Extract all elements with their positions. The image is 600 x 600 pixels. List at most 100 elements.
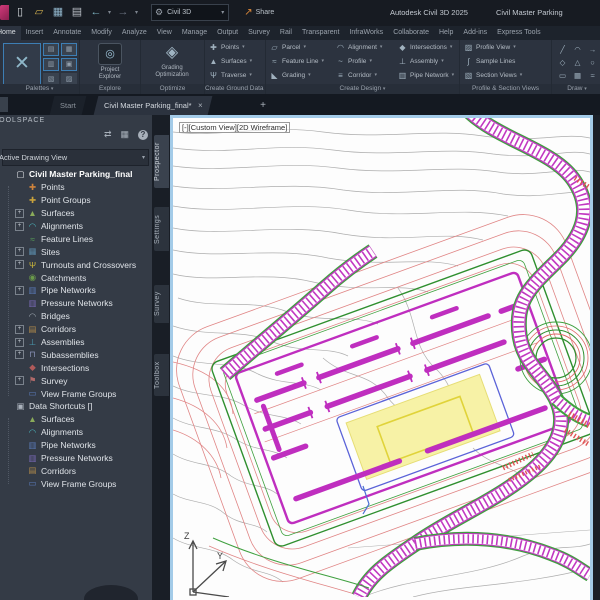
tree-item-surfaces[interactable]: +▲Surfaces	[0, 207, 152, 220]
palettes-panel-label[interactable]: Palettes ▾	[0, 84, 79, 94]
tree-item-bridges[interactable]: ◠Bridges	[0, 310, 152, 323]
panorama-icon[interactable]: ▣	[61, 58, 77, 71]
ribbon-tab-manage[interactable]: Manage	[177, 26, 212, 40]
tree-item-sites[interactable]: +▦Sites	[0, 245, 152, 258]
section-views-menu[interactable]: ▧Section Views▾	[460, 68, 551, 82]
alignment-menu[interactable]: ◠Alignment▾	[332, 40, 394, 54]
new-file-icon[interactable]: ▯	[13, 4, 27, 21]
draw-hatch-icon[interactable]: ▦	[570, 69, 585, 82]
tab-prospector[interactable]: Prospector	[154, 135, 169, 188]
tree-item-pipe-networks[interactable]: +▥Pipe Networks	[0, 284, 152, 297]
draw-point-icon[interactable]: ◇	[555, 56, 570, 69]
tree-item-view-frame-groups[interactable]: ▭View Frame Groups	[0, 477, 152, 490]
save-icon[interactable]: ▦	[51, 4, 65, 21]
ribbon-tab-transparent[interactable]: Transparent	[297, 26, 344, 40]
ribbon-tab-insert[interactable]: Insert	[21, 26, 49, 40]
tree-item-alignments[interactable]: ◠Alignments	[0, 426, 152, 439]
ribbon-tab-modify[interactable]: Modify	[86, 26, 117, 40]
tree-item-view-frame-groups[interactable]: ▭View Frame Groups	[0, 387, 152, 400]
viewport-controls[interactable]: [-][Custom View][2D Wireframe]	[179, 122, 290, 133]
ribbon-tab-rail[interactable]: Rail	[275, 26, 297, 40]
view-selector-dropdown[interactable]: Active Drawing View ▾	[2, 149, 149, 166]
ribbon-tab-add-ins[interactable]: Add-ins	[458, 26, 492, 40]
tree-item-intersections[interactable]: ◆Intersections	[0, 361, 152, 374]
help-icon[interactable]: ?	[138, 130, 148, 140]
draw-arc-icon[interactable]: ◠	[570, 43, 585, 56]
viewport-view-control[interactable]: [Custom View]	[189, 123, 237, 132]
tab-survey[interactable]: Survey	[154, 285, 169, 323]
ribbon-tab-infraworks[interactable]: InfraWorks	[344, 26, 388, 40]
data-shortcut-icon[interactable]: ⇄	[104, 129, 112, 140]
tool-palettes-icon[interactable]: ▦	[61, 43, 77, 56]
properties-palette-icon[interactable]: ▤	[43, 43, 59, 56]
close-tab-icon[interactable]: ×	[198, 96, 203, 115]
file-tab-start[interactable]: Start	[50, 96, 87, 115]
draw-circle-icon[interactable]: ○	[585, 56, 600, 69]
tree-item-survey[interactable]: +⚑Survey	[0, 374, 152, 387]
create-design-panel-label[interactable]: Create Design ▾	[266, 84, 459, 94]
create-ground-data-panel-label[interactable]: Create Ground Data ▾	[205, 84, 265, 94]
tree-item-catchments[interactable]: ◉Catchments	[0, 271, 152, 284]
viewport-visual-style-control[interactable]: [2D Wireframe]	[237, 123, 287, 132]
tree-item-corridors[interactable]: +▤Corridors	[0, 323, 152, 336]
expand-icon[interactable]: +	[15, 376, 24, 385]
expand-icon[interactable]: +	[15, 338, 24, 347]
ribbon-tab-collaborate[interactable]: Collaborate	[388, 26, 434, 40]
project-explorer-button[interactable]: ◎ Project Explorer	[90, 43, 130, 81]
ribbon-tab-output[interactable]: Output	[212, 26, 243, 40]
undo-icon[interactable]: ←	[89, 4, 103, 21]
draw-polyline-icon[interactable]: →	[585, 43, 600, 56]
tree-item-corridors[interactable]: ▤Corridors	[0, 464, 152, 477]
tree-item-surfaces[interactable]: ▲Surfaces	[0, 413, 152, 426]
pipe-network-menu[interactable]: ▥Pipe Network▾	[394, 68, 459, 82]
tree-item-assemblies[interactable]: +⊥Assemblies	[0, 336, 152, 349]
app-logo-icon[interactable]	[0, 5, 9, 20]
parcel-menu[interactable]: ▱Parcel▾	[266, 40, 332, 54]
plot-icon[interactable]: ▤	[70, 4, 84, 21]
viewport-minimize-control[interactable]: [-]	[182, 123, 189, 132]
tab-settings[interactable]: Settings	[154, 207, 169, 251]
ribbon-tab-survey[interactable]: Survey	[243, 26, 275, 40]
ribbon-tab-annotate[interactable]: Annotate	[48, 26, 86, 40]
feature-line-menu[interactable]: ≈Feature Line▾	[266, 54, 332, 68]
ribbon-tab-view[interactable]: View	[152, 26, 177, 40]
corridor-menu[interactable]: ≡Corridor▾	[332, 68, 394, 82]
surfaces-menu[interactable]: ▲Surfaces▾	[205, 54, 265, 68]
new-tab-button[interactable]: +	[256, 99, 270, 112]
tree-item-pressure-networks[interactable]: ▥Pressure Networks	[0, 297, 152, 310]
tree-item-alignments[interactable]: +◠Alignments	[0, 220, 152, 233]
grading-menu[interactable]: ◣Grading▾	[266, 68, 332, 82]
expand-icon[interactable]: +	[15, 247, 24, 256]
tree-item-point-groups[interactable]: ✚Point Groups	[0, 194, 152, 207]
draw-line-icon[interactable]: ╱	[555, 43, 570, 56]
tree-item-pipe-networks[interactable]: ▥Pipe Networks	[0, 439, 152, 452]
sample-lines-button[interactable]: ∫Sample Lines	[460, 54, 551, 68]
ribbon-tab-home[interactable]: Home	[0, 26, 21, 40]
optimize-panel-label[interactable]: Optimize	[141, 84, 204, 94]
tree-item-data-shortcuts-[interactable]: ▣Data Shortcuts []	[0, 400, 152, 413]
profile-menu[interactable]: ~Profile▾	[332, 54, 394, 68]
traverse-menu[interactable]: ΨTraverse▾	[205, 68, 265, 82]
points-menu[interactable]: ✚Points▾	[205, 40, 265, 54]
expand-icon[interactable]: +	[15, 286, 24, 295]
profile-view-menu[interactable]: ▨Profile View▾	[460, 40, 551, 54]
sheet-set-icon[interactable]: ▥	[43, 58, 59, 71]
file-tab-menu-icon[interactable]	[0, 97, 8, 112]
tab-toolbox[interactable]: Toolbox	[154, 354, 169, 396]
tree-item-points[interactable]: ✚Points	[0, 181, 152, 194]
ribbon-tab-analyze[interactable]: Analyze	[117, 26, 152, 40]
expand-icon[interactable]: +	[15, 325, 24, 334]
draw-spline-icon[interactable]: ≈	[585, 69, 600, 82]
item-preview-icon[interactable]: ▦	[120, 129, 129, 140]
drawing-viewport[interactable]: Z Y [-][Custom View][2D Wireframe]	[170, 115, 593, 600]
ribbon-tab-express-tools[interactable]: Express Tools	[492, 26, 545, 40]
toolspace-button[interactable]: ✕	[3, 43, 41, 85]
open-file-icon[interactable]: ▱	[32, 4, 46, 21]
workspace-switcher[interactable]: ⚙Civil 3D▾	[151, 4, 229, 21]
tree-item-subassemblies[interactable]: +⊓Subassemblies	[0, 348, 152, 361]
tree-item-civil-master-parking-final[interactable]: ▢Civil Master Parking_final	[0, 168, 152, 181]
profile-section-views-panel-label[interactable]: Profile & Section Views	[460, 84, 551, 94]
expand-icon[interactable]: +	[15, 209, 24, 218]
expand-icon[interactable]: +	[15, 222, 24, 231]
explore-panel-label[interactable]: Explore	[80, 84, 140, 94]
